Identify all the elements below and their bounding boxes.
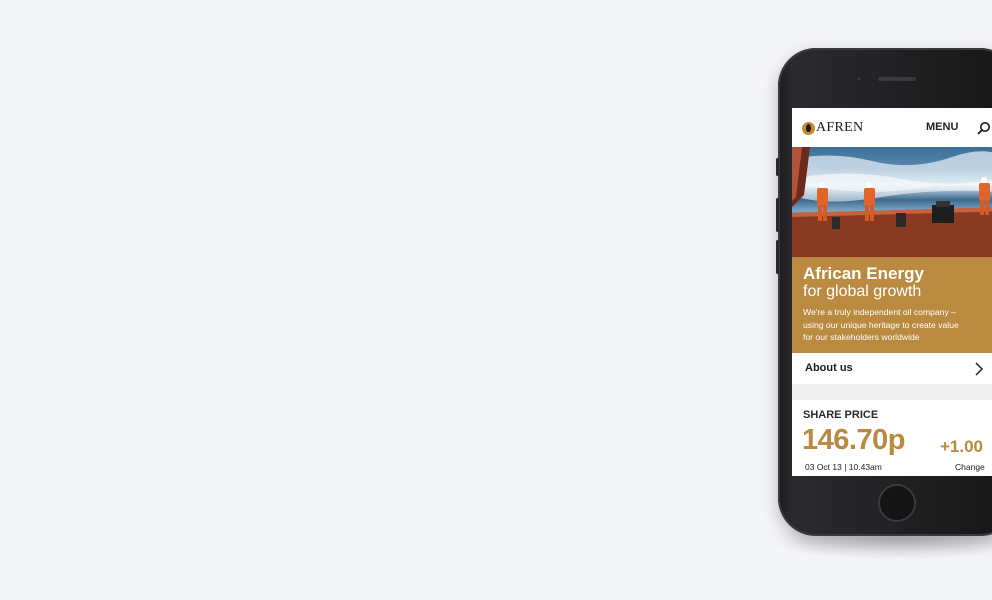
afren-logo[interactable]: AFREN (802, 120, 863, 136)
promo-title: African Energy (803, 264, 924, 283)
brand-name: AFREN (816, 120, 864, 135)
phone-screen: AFREN MENU African Energy for global gro… (792, 108, 992, 476)
chevron-right-icon (975, 362, 984, 376)
home-button[interactable] (878, 484, 916, 522)
phone-mockup: AFREN MENU African Energy for global gro… (776, 48, 992, 536)
share-price-panel: SHARE PRICE 146.70p 03 Oct 13 | 10.43am … (792, 400, 992, 476)
share-price-timestamp: 03 Oct 13 | 10.43am (805, 462, 882, 472)
oil-drop-logo-icon (802, 121, 815, 135)
share-price-value: 146.70p (802, 424, 905, 456)
section-divider (792, 384, 992, 400)
offshore-workers-illustration (792, 147, 992, 257)
promo-description: We're a truly independent oil company – … (803, 307, 959, 342)
hero-image (792, 147, 992, 257)
menu-button[interactable]: MENU (926, 121, 958, 133)
promo-banner[interactable]: African Energy for global growth We're a… (792, 257, 992, 353)
share-price-change-value: +1.00 (940, 437, 984, 456)
site-header: AFREN MENU (792, 108, 992, 147)
share-price-change-label: Change (955, 462, 985, 472)
mute-switch (776, 158, 779, 176)
volume-down-button (776, 240, 779, 274)
earpiece-speaker (878, 77, 916, 81)
promo-subtitle: for global growth (803, 283, 922, 300)
about-us-label: About us (805, 362, 853, 374)
about-us-link[interactable]: About us (792, 353, 992, 385)
front-camera (856, 76, 862, 82)
volume-up-button (776, 198, 779, 232)
share-price-title: SHARE PRICE (803, 409, 879, 421)
search-icon[interactable] (977, 121, 991, 135)
